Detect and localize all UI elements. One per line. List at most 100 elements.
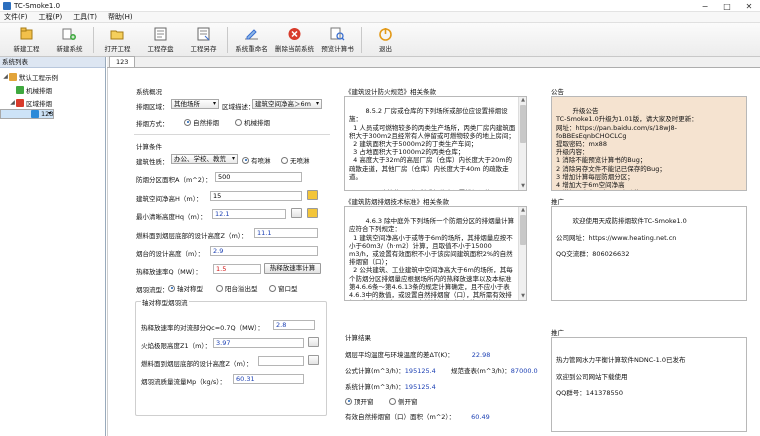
project-icon bbox=[9, 72, 17, 81]
delete-system-icon bbox=[287, 26, 303, 41]
spec-result: 规范查表(m^3/h)：87000.0 bbox=[451, 367, 538, 375]
toolbar-separator bbox=[93, 27, 94, 53]
exit-icon bbox=[378, 26, 394, 41]
overview-title: 系统概况 bbox=[136, 88, 162, 96]
minimize-icon[interactable]: − bbox=[694, 0, 716, 12]
fuel-height-input[interactable] bbox=[258, 356, 304, 366]
close-icon[interactable]: ✕ bbox=[738, 0, 760, 12]
open-project-icon bbox=[110, 26, 126, 41]
app-logo-icon bbox=[3, 1, 11, 10]
height-input[interactable]: 15 bbox=[210, 191, 302, 201]
code2-text: 4.6.3 除中庭外下列场所一个防烟分区的排烟量计算应符合下列规定： 1 建筑空… bbox=[344, 206, 527, 301]
flame-limit-input[interactable]: 3.97 bbox=[213, 338, 304, 348]
hint-icon[interactable] bbox=[307, 208, 318, 218]
expand-arrow-icon[interactable]: ◢ bbox=[9, 99, 16, 106]
calc-title: 计算条件 bbox=[136, 143, 162, 151]
preview-report-button[interactable]: 预览计算书 bbox=[316, 26, 359, 53]
new-system-icon bbox=[62, 26, 78, 41]
mode-natural-radio[interactable]: 自然排烟 bbox=[184, 117, 219, 127]
sprinkler-yes-radio[interactable]: 有喷淋 bbox=[242, 155, 271, 165]
heat-calc-button[interactable]: 热释放速率计算 bbox=[264, 263, 321, 274]
window-title: TC-Smoke1.0 bbox=[14, 1, 61, 10]
new-system-button[interactable]: 新建系统 bbox=[48, 26, 91, 53]
convective-label: 热释放速率的对流部分Qc=0.7Q（MW）： bbox=[141, 324, 264, 332]
save-as-button[interactable]: 工程另存 bbox=[182, 26, 225, 53]
plume-type-label: 烟羽流型： bbox=[136, 286, 169, 294]
heat-release-input[interactable]: 1.5 bbox=[213, 264, 261, 274]
code2-title: 《建筑防烟排烟技术标准》相关条款 bbox=[345, 198, 449, 206]
area-desc-label: 区域描述： bbox=[222, 103, 255, 111]
sprinkler-no-radio[interactable]: 无喷淋 bbox=[281, 155, 310, 165]
plume-balcony-radio[interactable]: 阳台溢出型 bbox=[216, 283, 258, 293]
workspace: 123 系统概况 排烟区域： 其他场所 区域描述： 建筑空间净高＞6m 排烟方式… bbox=[107, 56, 760, 436]
expand-arrow-icon[interactable]: ◢ bbox=[2, 73, 9, 80]
mode-mechanical-radio[interactable]: 机械排烟 bbox=[235, 117, 270, 127]
window-area-result: 有效自然排烟窗（口）面积（m^2）： 60.49 bbox=[345, 413, 490, 421]
maximize-icon[interactable]: □ bbox=[716, 0, 738, 12]
new-project-button[interactable]: 新建工程 bbox=[5, 26, 48, 53]
design-height-label: 烟台的设计高度（m）： bbox=[136, 250, 205, 258]
promo-title: 推广 bbox=[551, 198, 564, 206]
menu-bar: 文件(F) 工程(P) 工具(T) 帮助(H) bbox=[0, 12, 760, 23]
menu-help[interactable]: 帮助(H) bbox=[108, 12, 133, 22]
plume-window-radio[interactable]: 窗口型 bbox=[269, 283, 298, 293]
area-input[interactable]: 500 bbox=[215, 172, 302, 182]
scrollbar[interactable]: ▲ ▼ bbox=[518, 207, 526, 300]
code1-title: 《建筑设计防火规范》相关条款 bbox=[345, 88, 436, 96]
menu-tools[interactable]: 工具(T) bbox=[73, 12, 97, 22]
min-clear-input[interactable]: 12.1 bbox=[212, 209, 286, 219]
scrollbar[interactable]: ▲ ▼ bbox=[518, 97, 526, 190]
menu-file[interactable]: 文件(F) bbox=[4, 12, 28, 22]
save-project-button[interactable]: 工程存盘 bbox=[139, 26, 182, 53]
tree-item-123[interactable]: 123 bbox=[0, 109, 55, 119]
preview-report-icon bbox=[330, 26, 346, 41]
promo2-text: 热力管网水力平衡计算软件NDNC-1.0已发布 欢迎到公司网站下载使用 QQ群号… bbox=[551, 337, 747, 432]
image-icon[interactable] bbox=[308, 355, 319, 365]
system-list-panel: 系统列表 ◢ 默认工程示例 机械排烟 ◢ 区域排烟 123 bbox=[0, 57, 106, 436]
tree-item-area[interactable]: ◢ 区域排烟 bbox=[0, 96, 105, 109]
building-select[interactable]: 办公、学校、教荒 bbox=[171, 154, 238, 164]
image-icon[interactable] bbox=[308, 337, 319, 347]
smoke-layer-label: 燃料面到烟层底部的设计高度Z（m）： bbox=[136, 232, 248, 240]
system-result: 系统计算(m^3/h)：195125.4 bbox=[345, 383, 436, 391]
menu-project[interactable]: 工程(P) bbox=[39, 12, 63, 22]
promo2-title: 推广 bbox=[551, 329, 564, 337]
convective-input[interactable]: 2.8 bbox=[273, 320, 315, 330]
formula-result: 公式计算(m^3/h)：195125.4 bbox=[345, 367, 436, 375]
window-controls: − □ ✕ bbox=[694, 0, 760, 12]
notice-title: 公告 bbox=[551, 88, 564, 96]
notice-text: 升级公告 TC-Smoke1.0升级为1.01版，请大家及时更新： 网址：htt… bbox=[551, 96, 747, 191]
toolbar: 新建工程 新建系统 打开工程 工程存盘 工程另存 系统重命名 删除当前系统 预览… bbox=[0, 23, 760, 57]
height-label: 建筑空间净高H（m）： bbox=[136, 195, 203, 203]
area-label: 防烟分区面积A（m^2）： bbox=[136, 176, 212, 184]
tree-item-mechanical[interactable]: 机械排烟 bbox=[0, 83, 105, 96]
rename-system-button[interactable]: 系统重命名 bbox=[230, 26, 273, 53]
exit-button[interactable]: 退出 bbox=[364, 26, 407, 53]
open-project-button[interactable]: 打开工程 bbox=[96, 26, 139, 53]
side-window-radio[interactable]: 侧开窗 bbox=[389, 396, 418, 406]
min-clear-label: 最小清晰高度Hq（m）： bbox=[136, 213, 207, 221]
image-icon[interactable] bbox=[291, 208, 302, 218]
divider bbox=[134, 134, 330, 135]
hint-icon[interactable] bbox=[307, 190, 318, 200]
delete-system-button[interactable]: 删除当前系统 bbox=[273, 26, 316, 53]
system-icon bbox=[16, 98, 24, 107]
system-icon bbox=[16, 85, 24, 94]
tab-strip: 123 bbox=[107, 56, 760, 68]
plume-axis-radio[interactable]: 轴对称型 bbox=[168, 283, 203, 293]
smoke-layer-input[interactable]: 11.1 bbox=[254, 228, 318, 238]
area-desc-select[interactable]: 建筑空间净高＞6m bbox=[252, 99, 322, 109]
tree-item-project[interactable]: ◢ 默认工程示例 bbox=[0, 70, 105, 83]
mode-label: 排烟方式： bbox=[136, 120, 169, 128]
tab-123[interactable]: 123 bbox=[109, 56, 136, 67]
title-bar: TC-Smoke1.0 − □ ✕ bbox=[0, 0, 760, 12]
fuel-height-label: 燃料面到烟层底部的设计高度Z（m）： bbox=[141, 360, 253, 368]
design-height-input[interactable]: 2.9 bbox=[210, 246, 318, 256]
top-window-radio[interactable]: 顶开窗 bbox=[345, 396, 374, 406]
heat-release-label: 热释放速率Q（MW）： bbox=[136, 268, 202, 276]
toolbar-separator bbox=[361, 27, 362, 53]
zone-select[interactable]: 其他场所 bbox=[171, 99, 219, 109]
mass-flow-input[interactable]: 60.31 bbox=[233, 374, 304, 384]
mass-flow-label: 烟羽流质量流量Mp（kg/s）： bbox=[141, 378, 226, 386]
flame-limit-label: 火焰极限高度Z1（m）： bbox=[141, 342, 212, 350]
